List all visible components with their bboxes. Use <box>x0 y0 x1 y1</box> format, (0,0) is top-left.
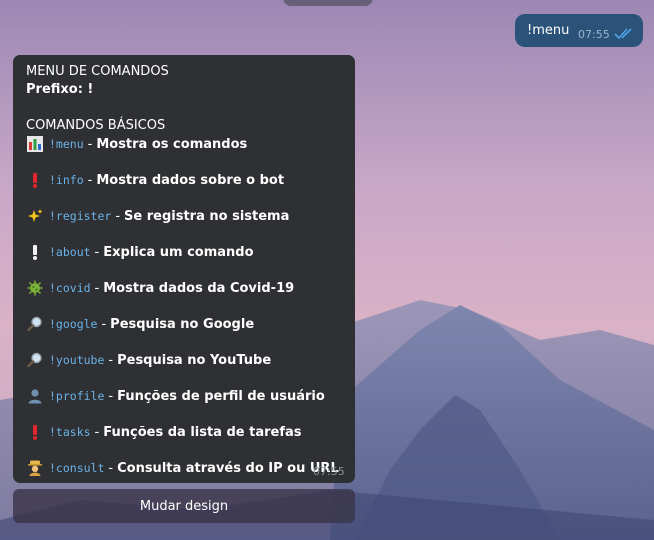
command-code[interactable]: !about <box>49 245 91 259</box>
command-description: Funções de perfil de usuário <box>117 388 325 404</box>
virus-icon <box>26 280 44 296</box>
exclamation-icon <box>26 172 44 188</box>
command-description: Mostra dados da Covid-19 <box>103 280 295 296</box>
double-check-icon <box>614 28 632 40</box>
command-row-about: !about - Explica um comando <box>26 243 254 261</box>
change-design-button[interactable]: Mudar design <box>13 489 355 523</box>
command-description: Explica um comando <box>103 244 254 260</box>
magnifier-icon <box>26 352 44 368</box>
command-code[interactable]: !register <box>49 209 111 223</box>
menu-prefix: Prefixo: ! <box>26 82 94 97</box>
command-description: Se registra no sistema <box>124 208 290 224</box>
command-code[interactable]: !info <box>49 173 84 187</box>
command-row-menu: !menu - Mostra os comandos <box>26 135 247 153</box>
detective-icon <box>26 460 44 476</box>
command-description: Funções da lista de tarefas <box>103 424 302 440</box>
command-row-tasks: !tasks - Funções da lista de tarefas <box>26 423 302 441</box>
menu-title: MENU DE COMANDOS <box>26 64 169 79</box>
command-description: Consulta através do IP ou URL <box>117 460 339 476</box>
exclamation-icon <box>26 424 44 440</box>
command-description: Mostra os comandos <box>96 136 248 152</box>
command-code[interactable]: !tasks <box>49 425 91 439</box>
command-row-consult: !consult - Consulta através do IP ou URL <box>26 459 339 477</box>
command-description: Pesquisa no Google <box>110 316 255 332</box>
command-row-covid: !covid - Mostra dados da Covid-19 <box>26 279 294 297</box>
bot-menu-message[interactable]: MENU DE COMANDOS Prefixo: ! COMANDOS BÁS… <box>13 55 355 483</box>
date-pill <box>283 0 373 6</box>
command-row-youtube: !youtube - Pesquisa no YouTube <box>26 351 271 369</box>
outgoing-message-text: !menu <box>527 23 570 38</box>
user-icon <box>26 388 44 404</box>
command-code[interactable]: !menu <box>49 137 84 151</box>
command-row-info: !info - Mostra dados sobre o bot <box>26 171 284 189</box>
section-heading: COMANDOS BÁSICOS <box>26 118 166 133</box>
command-description: Mostra dados sobre o bot <box>96 172 285 188</box>
message-time: 07:55 <box>313 465 345 478</box>
command-code[interactable]: !profile <box>49 389 104 403</box>
command-row-register: !register - Se registra no sistema <box>26 207 289 225</box>
outgoing-message-time: 07:55 <box>578 28 610 41</box>
command-code[interactable]: !consult <box>49 461 104 475</box>
white-exclamation-icon <box>26 244 44 260</box>
change-design-button-label: Mudar design <box>139 498 229 514</box>
command-code[interactable]: !youtube <box>49 353 104 367</box>
command-code[interactable]: !covid <box>49 281 91 295</box>
magnifier-icon <box>26 316 44 332</box>
sparkles-icon <box>26 208 44 224</box>
command-description: Pesquisa no YouTube <box>117 352 272 368</box>
command-row-google: !google - Pesquisa no Google <box>26 315 254 333</box>
command-row-profile: !profile - Funções de perfil de usuário <box>26 387 325 405</box>
command-code[interactable]: !google <box>49 317 97 331</box>
bar-chart-icon <box>26 136 44 152</box>
